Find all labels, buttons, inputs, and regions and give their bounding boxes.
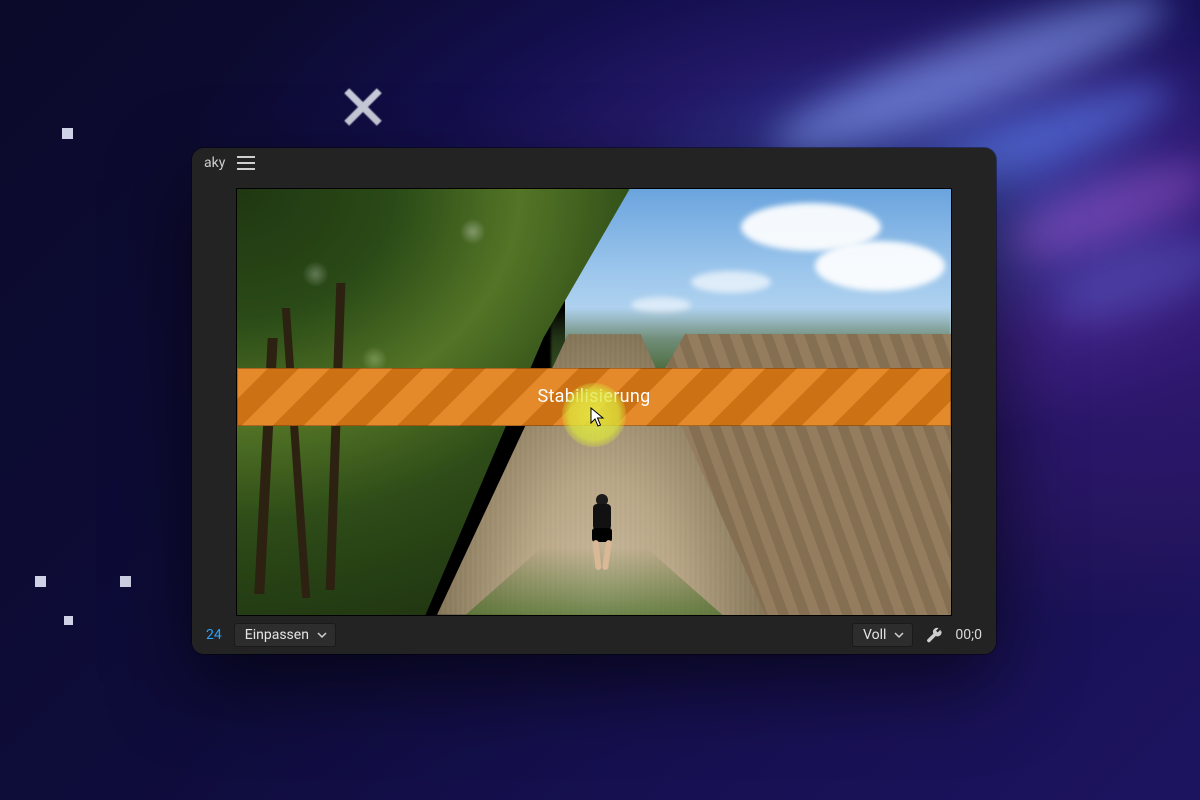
stabilization-banner: Stabilisierung xyxy=(237,368,951,426)
program-monitor-panel: aky xyxy=(192,148,996,654)
panel-title-bar: aky xyxy=(192,148,996,178)
timecode-duration: 00;0 xyxy=(955,627,982,643)
bg-particle xyxy=(64,616,73,625)
hamburger-icon[interactable] xyxy=(237,156,255,170)
fit-select[interactable]: Einpassen xyxy=(234,623,336,647)
chevron-down-icon xyxy=(317,630,327,640)
close-icon xyxy=(340,84,386,130)
bg-particle xyxy=(35,576,46,587)
quality-select-value: Voll xyxy=(863,627,886,643)
viewer-area: Stabilisierung xyxy=(192,178,996,616)
panel-title: aky xyxy=(204,155,225,171)
runner-figure xyxy=(588,494,616,572)
fit-select-value: Einpassen xyxy=(245,627,309,643)
timecode-current[interactable]: 24 xyxy=(206,627,222,643)
viewer-controls: 24 Einpassen Voll 00;0 xyxy=(192,616,996,654)
bg-particle xyxy=(62,128,73,139)
chevron-down-icon xyxy=(894,630,904,640)
wrench-icon[interactable] xyxy=(925,626,943,644)
bg-particle xyxy=(120,576,131,587)
stabilization-banner-text: Stabilisierung xyxy=(537,386,650,407)
video-frame[interactable]: Stabilisierung xyxy=(236,188,952,616)
quality-select[interactable]: Voll xyxy=(852,623,913,647)
